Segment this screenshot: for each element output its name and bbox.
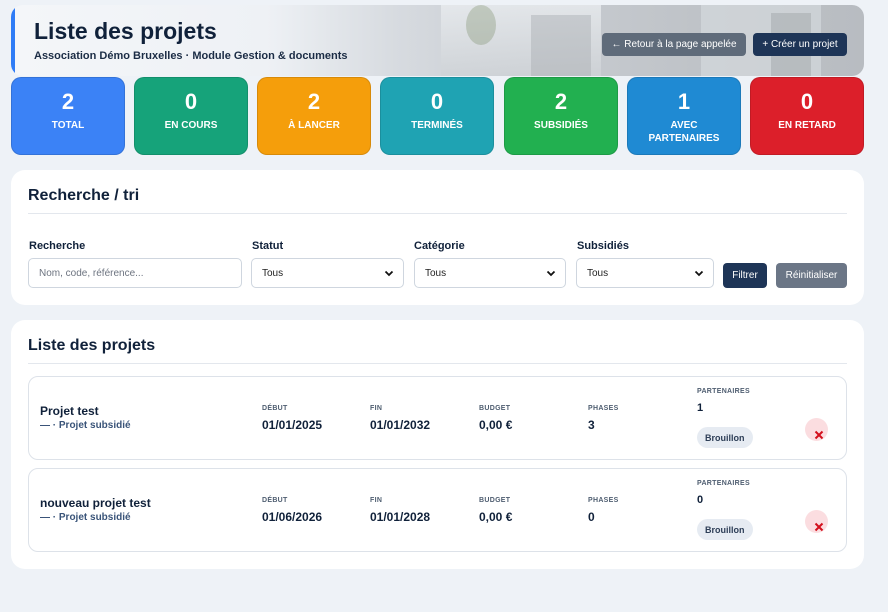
partenaires-value: 1 [697,402,704,414]
stat-label: EN RETARD [778,120,836,131]
fin-value: 01/01/2028 [370,510,431,524]
budget-value: 0,00 € [479,510,513,524]
page-header: Liste des projets Association Démo Bruxe… [11,5,864,76]
budget-label: BUDGET [479,405,511,412]
project-name[interactable]: Projet test [40,404,99,418]
stat-label: SUBSIDIÉS [534,120,588,131]
fin-label: FIN [370,497,383,504]
stat-card-en-cours: 0 EN COURS [134,77,248,155]
budget-label: BUDGET [479,497,511,504]
project-type: — · Projet subsidié [40,420,131,431]
header-background-shape [531,15,591,76]
project-card[interactable]: nouveau projet test — · Projet subsidié … [28,468,847,552]
phases-label: PHASES [588,405,619,412]
create-project-button[interactable]: + Créer un projet [753,33,847,56]
close-icon [814,430,824,440]
fin-label: FIN [370,405,383,412]
chevron-down-icon [694,270,704,277]
partenaires-value: 0 [697,494,704,506]
project-type: — · Projet subsidié [40,512,131,523]
stat-card-subsidies: 2 SUBSIDIÉS [504,77,618,155]
debut-label: DÉBUT [262,497,288,504]
statut-label: Statut [252,240,284,252]
phases-value: 0 [588,510,595,524]
stat-value: 2 [307,89,321,114]
reset-button[interactable]: Réinitialiser [776,263,847,288]
status-badge: Brouillon [697,519,753,540]
debut-label: DÉBUT [262,405,288,412]
phases-value: 3 [588,418,595,432]
close-icon [814,522,824,532]
phases-label: PHASES [588,497,619,504]
divider [28,363,847,364]
statut-select-value: Tous [262,267,284,279]
header-accent [11,5,15,76]
stat-value: 2 [554,89,568,114]
partenaires-label: PARTENAIRES [697,388,750,395]
stat-card-partenaires: 1 AVEC PARTENAIRES [627,77,741,155]
stat-label: AVEC PARTENAIRES [648,120,720,144]
stat-card-total: 2 TOTAL [11,77,125,155]
status-badge: Brouillon [697,427,753,448]
subsidies-select[interactable]: Tous [576,258,714,288]
partenaires-label: PARTENAIRES [697,480,750,487]
project-list-title: Liste des projets [28,337,156,354]
debut-value: 01/06/2026 [262,510,323,524]
stat-card-termines: 0 TERMINÉS [380,77,494,155]
stat-card-a-lancer: 2 À LANCER [257,77,371,155]
stat-value: 0 [430,89,444,114]
chevron-down-icon [384,270,394,277]
debut-value: 01/01/2025 [262,418,323,432]
header-background-plant [466,5,496,45]
subsidies-select-value: Tous [587,267,609,279]
stat-value: 0 [184,89,198,114]
stat-value: 2 [61,89,75,114]
back-button[interactable]: ← Retour à la page appelée [602,33,746,56]
stat-label: À LANCER [288,120,340,131]
fin-value: 01/01/2032 [370,418,431,432]
project-card[interactable]: Projet test — · Projet subsidié DÉBUT 01… [28,376,847,460]
divider [28,213,847,214]
delete-project-button[interactable] [805,510,828,533]
stat-label: EN COURS [164,120,218,131]
statut-select[interactable]: Tous [251,258,404,288]
stat-value: 0 [800,89,814,114]
search-input[interactable] [28,258,242,288]
delete-project-button[interactable] [805,418,828,441]
categorie-select[interactable]: Tous [414,258,566,288]
filter-button[interactable]: Filtrer [723,263,767,288]
search-panel-title: Recherche / tri [28,187,140,204]
chevron-down-icon [546,270,556,277]
stat-value: 1 [677,89,691,114]
budget-value: 0,00 € [479,418,513,432]
stat-card-en-retard: 0 EN RETARD [750,77,864,155]
subsidies-label: Subsidiés [577,240,629,252]
project-name[interactable]: nouveau projet test [40,496,151,510]
stat-label: TERMINÉS [411,120,463,131]
stat-label: TOTAL [51,120,85,131]
page-subtitle: Association Démo Bruxelles · Module Gest… [34,50,348,62]
page-title: Liste des projets [34,18,217,44]
search-label: Recherche [29,240,86,252]
categorie-label: Catégorie [414,240,465,252]
categorie-select-value: Tous [425,267,447,279]
